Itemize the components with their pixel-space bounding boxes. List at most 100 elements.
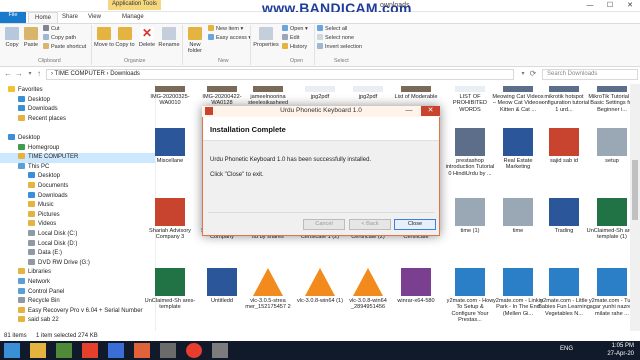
file-item[interactable]: Shariah Advisory Company 3 — [144, 198, 196, 241]
app-taskbar-icon[interactable] — [82, 343, 98, 358]
file-item[interactable]: LIST OF PROHIBITED WORDS — [444, 86, 496, 113]
file-item[interactable]: IMG-20200422-WA0128 — [196, 86, 248, 107]
tab-file[interactable]: File — [0, 12, 26, 23]
file-item[interactable]: Meowing Cat Videos – Meow Cat Video – Ki… — [492, 86, 544, 113]
nav-item[interactable]: Network — [0, 278, 155, 288]
history-button[interactable]: History — [282, 43, 307, 51]
file-item[interactable]: Trading — [538, 198, 590, 234]
back-arrow-icon[interactable]: ← — [3, 69, 13, 79]
nav-item[interactable]: Desktop — [0, 95, 155, 106]
nav-item[interactable]: Documents — [0, 182, 155, 192]
nav-item[interactable]: DVD RW Drive (G:) — [0, 258, 155, 269]
open-button[interactable]: Open ▾ — [282, 25, 308, 33]
select-none-button[interactable]: Select none — [317, 34, 354, 42]
nav-item[interactable]: This PC — [0, 162, 155, 173]
app-taskbar-icon[interactable] — [108, 343, 124, 358]
delete-button[interactable]: ✕ Delete — [137, 27, 157, 49]
new-item-button[interactable]: New item ▾ — [208, 25, 243, 33]
nav-item[interactable]: Videos — [0, 220, 155, 230]
record-taskbar-icon[interactable] — [186, 343, 202, 358]
properties-button[interactable]: Properties — [253, 27, 279, 48]
cancel-button[interactable]: Cancel — [303, 219, 345, 230]
file-item[interactable]: Miscellane — [144, 128, 196, 164]
nav-item[interactable]: Downloads — [0, 105, 155, 115]
nav-item[interactable]: Desktop — [0, 172, 155, 182]
file-item[interactable]: vlc-3.0.5-strea mer_152175457 2 — [242, 268, 294, 311]
nav-item[interactable] — [0, 124, 155, 134]
file-item[interactable]: sajid sab id — [538, 128, 590, 164]
app-taskbar-icon[interactable] — [56, 343, 72, 358]
nav-item[interactable]: Recycle Bin — [0, 297, 155, 307]
file-item[interactable]: Real Estate Marketing — [492, 128, 544, 171]
copy-button[interactable]: Copy — [3, 27, 21, 48]
file-item[interactable]: time — [492, 198, 544, 234]
nav-item[interactable]: Data (E:) — [0, 249, 155, 259]
address-field[interactable]: › TIME COMPUTER › Downloads — [46, 69, 514, 80]
file-item[interactable]: y2mate.com - Linkin Park - In The End (M… — [492, 268, 544, 317]
paste-shortcut-button[interactable]: Paste shortcut — [43, 43, 86, 51]
file-item[interactable]: mikrotik hotspot configuration tutorial … — [538, 86, 590, 113]
clock-date[interactable]: 27-Apr-20 — [588, 351, 634, 357]
file-item[interactable]: vlc-3.0.8-win64 (1) — [294, 268, 346, 304]
maximize-button[interactable]: ☐ — [600, 0, 620, 12]
nav-item[interactable]: Homegroup — [0, 143, 155, 154]
minimize-button[interactable]: — — [580, 0, 600, 12]
new-folder-button[interactable]: New folder — [184, 27, 206, 54]
copy-path-button[interactable]: Copy path — [43, 34, 76, 42]
cut-button[interactable]: Cut — [43, 25, 60, 33]
up-arrow-icon[interactable]: ↑ — [34, 69, 44, 79]
nav-item[interactable]: Easy Recovery Pro v 6.04 + Serial Number — [0, 306, 155, 317]
move-to-button[interactable]: Move to — [94, 27, 114, 48]
setup-taskbar-icon[interactable] — [212, 343, 228, 358]
file-item[interactable]: Untitledd — [196, 268, 248, 304]
refresh-icon[interactable]: ⟳ — [528, 69, 538, 79]
file-item[interactable]: IMG-20200325-WA0010 — [144, 86, 196, 107]
address-dropdown-icon[interactable]: ▾ — [518, 69, 528, 79]
file-item[interactable]: jpg2pdf — [294, 86, 346, 100]
rename-button[interactable]: Rename — [158, 27, 180, 48]
select-all-button[interactable]: Select all — [317, 25, 347, 33]
file-item[interactable]: jpg2pdf — [342, 86, 394, 100]
tab-share[interactable]: Share — [56, 12, 84, 23]
app-taskbar-icon[interactable] — [134, 343, 150, 358]
nav-item[interactable]: Desktop — [0, 134, 155, 144]
edit-button[interactable]: Edit — [282, 34, 299, 42]
file-item[interactable]: UnClaimed-Sh ares-template — [144, 268, 196, 311]
scrollbar-thumb[interactable] — [632, 160, 638, 220]
easy-access-button[interactable]: Easy access ▾ — [208, 34, 251, 42]
nav-item[interactable]: Local Disk (D:) — [0, 239, 155, 250]
nav-item[interactable]: Libraries — [0, 268, 155, 278]
nav-item[interactable]: TIME COMPUTER — [0, 153, 155, 163]
file-item[interactable]: time (1) — [444, 198, 496, 234]
language-indicator[interactable]: ENG — [560, 346, 573, 352]
file-item[interactable]: y2mate.com - Little Babies Fun Learning … — [538, 268, 590, 317]
file-item[interactable]: y2mate.com - How To Setup & Configure Yo… — [444, 268, 496, 324]
file-item[interactable]: vlc-3.0.8-win64 _2894951456 — [342, 268, 394, 311]
explorer-taskbar-icon[interactable] — [30, 343, 46, 358]
nav-item[interactable]: Local Disk (C:) — [0, 230, 155, 240]
nav-item[interactable]: Downloads — [0, 191, 155, 202]
forward-arrow-icon[interactable]: → — [14, 69, 24, 79]
close-window-button[interactable]: ✕ — [620, 0, 640, 12]
file-item[interactable]: List of Moderable — [390, 86, 442, 100]
close-button[interactable]: Close — [394, 219, 436, 230]
app-taskbar-icon[interactable] — [160, 343, 176, 358]
tab-manage[interactable]: Manage — [116, 12, 150, 23]
dialog-close-x-button[interactable]: ✕ — [421, 106, 440, 116]
nav-item[interactable]: said sab 22 — [0, 316, 155, 326]
file-item[interactable]: prestashop introduction Tutorial 0 Hindi… — [444, 128, 496, 177]
application-tools-context-tab[interactable]: Application Tools — [108, 0, 161, 10]
invert-selection-button[interactable]: Invert selection — [317, 43, 362, 51]
clock-time[interactable]: 1:05 PM — [588, 343, 634, 349]
nav-item[interactable]: Pictures — [0, 210, 155, 221]
nav-item[interactable]: Control Panel — [0, 287, 155, 298]
nav-item[interactable]: Music — [0, 201, 155, 211]
search-input[interactable]: Search Downloads — [542, 69, 638, 80]
tab-home[interactable]: Home — [28, 12, 59, 23]
tab-view[interactable]: View — [82, 12, 107, 23]
nav-item[interactable]: Favorites — [0, 86, 155, 96]
back-button[interactable]: < Back — [349, 219, 391, 230]
paste-button[interactable]: Paste — [22, 27, 40, 48]
file-item[interactable]: winrar-x64-580 — [390, 268, 442, 304]
file-item[interactable]: jameelnoorina steelesikasheed — [242, 86, 294, 107]
